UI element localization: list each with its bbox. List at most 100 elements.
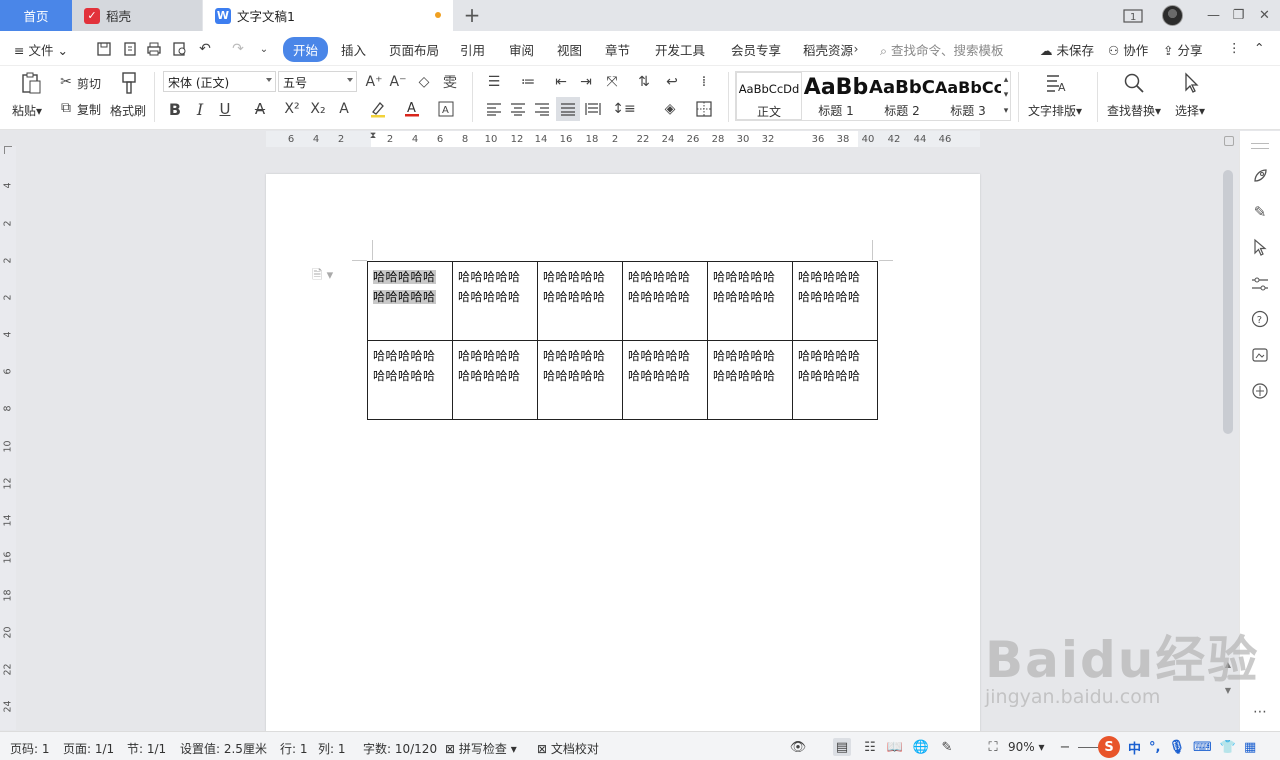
collab-button[interactable]: ⚇ 协作: [1108, 40, 1148, 59]
redo-icon[interactable]: ↷: [228, 39, 248, 59]
write-mode-icon[interactable]: ✎: [938, 738, 956, 756]
table-cell[interactable]: 哈哈哈哈哈哈哈哈哈哈: [452, 340, 538, 420]
style-expand-icon[interactable]: ▾: [1000, 101, 1012, 121]
cut-icon[interactable]: ✂: [56, 72, 76, 92]
decrease-indent-icon[interactable]: ⇤: [551, 72, 571, 92]
sogou-ime-icon[interactable]: S: [1098, 736, 1120, 758]
shading-icon[interactable]: ◈: [660, 99, 680, 119]
menu-insert[interactable]: 插入: [341, 40, 366, 59]
menu-more-chevron-icon[interactable]: ›: [846, 39, 866, 59]
adjust-sliders-icon[interactable]: [1250, 274, 1270, 294]
zoom-select[interactable]: 90% ▾: [1008, 740, 1045, 754]
tab-daoke[interactable]: ✓ 稻壳: [72, 0, 202, 31]
menu-home[interactable]: 开始: [283, 37, 329, 62]
chinese-layout-icon[interactable]: ⤧: [602, 72, 622, 92]
microphone-icon[interactable]: 🎙: [1168, 740, 1185, 755]
unsaved-button[interactable]: ☁ 未保存: [1040, 40, 1094, 59]
table-cell[interactable]: 哈哈哈哈哈哈哈哈哈哈: [707, 340, 793, 420]
keyboard-icon[interactable]: ⌨: [1193, 740, 1212, 755]
more-menu-icon[interactable]: ⋮: [1228, 40, 1241, 55]
reading-view-icon[interactable]: 📖: [886, 738, 904, 756]
menu-page-layout[interactable]: 页面布局: [389, 40, 439, 59]
style-normal[interactable]: AaBbCcDd 正文: [736, 72, 802, 120]
cursor-select-icon[interactable]: [1250, 237, 1270, 257]
select-cursor-icon[interactable]: [1179, 71, 1203, 95]
font-size-select[interactable]: 五号: [278, 71, 357, 92]
superscript-icon[interactable]: X²: [282, 99, 302, 119]
document-table[interactable]: 哈哈哈哈哈哈哈哈哈哈 哈哈哈哈哈哈哈哈哈哈 哈哈哈哈哈哈哈哈哈哈 哈哈哈哈哈哈哈…: [367, 261, 878, 420]
new-tab-button[interactable]: +: [460, 3, 484, 27]
file-menu[interactable]: ≡ 文件 ⌄: [14, 40, 68, 59]
copy-icon[interactable]: ⧉: [56, 98, 76, 118]
fit-page-icon[interactable]: ⛶: [984, 738, 1002, 756]
web-view-icon[interactable]: 🌐: [912, 738, 930, 756]
command-search[interactable]: ⌕ 查找命令、搜索模板: [880, 40, 1004, 59]
char-border-icon[interactable]: A: [436, 99, 456, 119]
vertical-ruler[interactable]: [0, 146, 16, 730]
line-break-icon[interactable]: ↩: [662, 72, 682, 92]
close-button[interactable]: ✕: [1248, 0, 1280, 31]
style-heading-2[interactable]: AaBbC 标题 2: [869, 72, 935, 120]
print-icon[interactable]: [144, 39, 164, 59]
text-effect-icon[interactable]: A: [334, 99, 354, 119]
clear-format-icon[interactable]: ◇: [414, 72, 434, 92]
format-painter-label[interactable]: 格式刷: [110, 102, 146, 119]
status-column[interactable]: 列: 1: [318, 740, 346, 757]
ruler-toggle-icon[interactable]: [1224, 136, 1234, 146]
show-marks-icon[interactable]: ⁞: [694, 72, 714, 92]
align-right-icon[interactable]: [532, 99, 552, 119]
italic-icon[interactable]: I: [190, 99, 210, 119]
user-avatar[interactable]: [1162, 5, 1183, 26]
print-preview-icon[interactable]: [170, 39, 190, 59]
line-spacing-icon[interactable]: ↕≡: [612, 99, 635, 119]
ime-menu-icon[interactable]: ▦: [1244, 740, 1256, 755]
image-tool-icon[interactable]: [1250, 345, 1270, 365]
tab-document[interactable]: W 文字文稿1: [203, 0, 453, 31]
rocket-icon[interactable]: [1250, 166, 1270, 186]
table-cell[interactable]: 哈哈哈哈哈哈哈哈哈哈: [622, 340, 708, 420]
format-painter-icon[interactable]: [118, 70, 140, 96]
text-direction-icon[interactable]: ⇅: [634, 72, 654, 92]
zoom-out-icon[interactable]: −: [1056, 738, 1074, 756]
proofread-button[interactable]: ⊠ 文档校对: [537, 740, 599, 757]
help-icon[interactable]: ?: [1250, 309, 1270, 329]
copy-label[interactable]: 复制: [77, 101, 101, 118]
outline-view-icon[interactable]: ☷: [861, 738, 879, 756]
align-left-icon[interactable]: [484, 99, 504, 119]
table-cell[interactable]: 哈哈哈哈哈哈哈哈哈哈: [452, 261, 538, 341]
cut-label[interactable]: 剪切: [77, 75, 101, 92]
eye-protect-icon[interactable]: 👁: [789, 738, 807, 756]
location-pin-icon[interactable]: [1250, 381, 1270, 401]
menu-member[interactable]: 会员专享: [731, 40, 781, 59]
export-pdf-icon[interactable]: [120, 39, 140, 59]
tab-home[interactable]: 首页: [0, 0, 72, 31]
shrink-font-icon[interactable]: A⁻: [388, 72, 408, 92]
skin-icon[interactable]: 👕: [1220, 740, 1236, 755]
quick-access-dropdown-icon[interactable]: ⌄: [254, 39, 274, 59]
table-cell[interactable]: 哈哈哈哈哈哈哈哈哈哈: [622, 261, 708, 341]
select-button[interactable]: 选择▾: [1175, 102, 1205, 119]
zoom-slider[interactable]: [1078, 747, 1100, 748]
status-setting[interactable]: 设置值: 2.5厘米: [180, 740, 267, 757]
borders-icon[interactable]: [694, 99, 714, 119]
save-icon[interactable]: [94, 39, 114, 59]
subscript-icon[interactable]: X₂: [308, 99, 328, 119]
paste-icon[interactable]: [18, 70, 44, 96]
window-switch-icon[interactable]: 1: [1116, 0, 1149, 31]
status-page[interactable]: 页面: 1/1: [63, 740, 114, 757]
table-cell[interactable]: 哈哈哈哈哈哈哈哈哈哈: [367, 340, 453, 420]
align-center-icon[interactable]: [508, 99, 528, 119]
style-heading-1[interactable]: AaBb 标题 1: [803, 72, 869, 120]
status-row[interactable]: 行: 1: [280, 740, 308, 757]
pen-edit-icon[interactable]: ✎: [1250, 202, 1270, 222]
status-page-number[interactable]: 页码: 1: [10, 740, 50, 757]
font-name-select[interactable]: 宋体 (正文): [163, 71, 276, 92]
increase-indent-icon[interactable]: ⇥: [576, 72, 596, 92]
find-replace-button[interactable]: 查找替换▾: [1107, 102, 1161, 119]
table-cell[interactable]: 哈哈哈哈哈哈哈哈哈哈: [537, 340, 623, 420]
paste-button[interactable]: 粘贴▾: [12, 102, 42, 119]
ime-punctuation[interactable]: °,: [1149, 740, 1160, 755]
page-view-icon[interactable]: ▤: [833, 738, 851, 756]
text-layout-button[interactable]: 文字排版▾: [1028, 102, 1082, 119]
underline-icon[interactable]: U: [215, 99, 235, 119]
